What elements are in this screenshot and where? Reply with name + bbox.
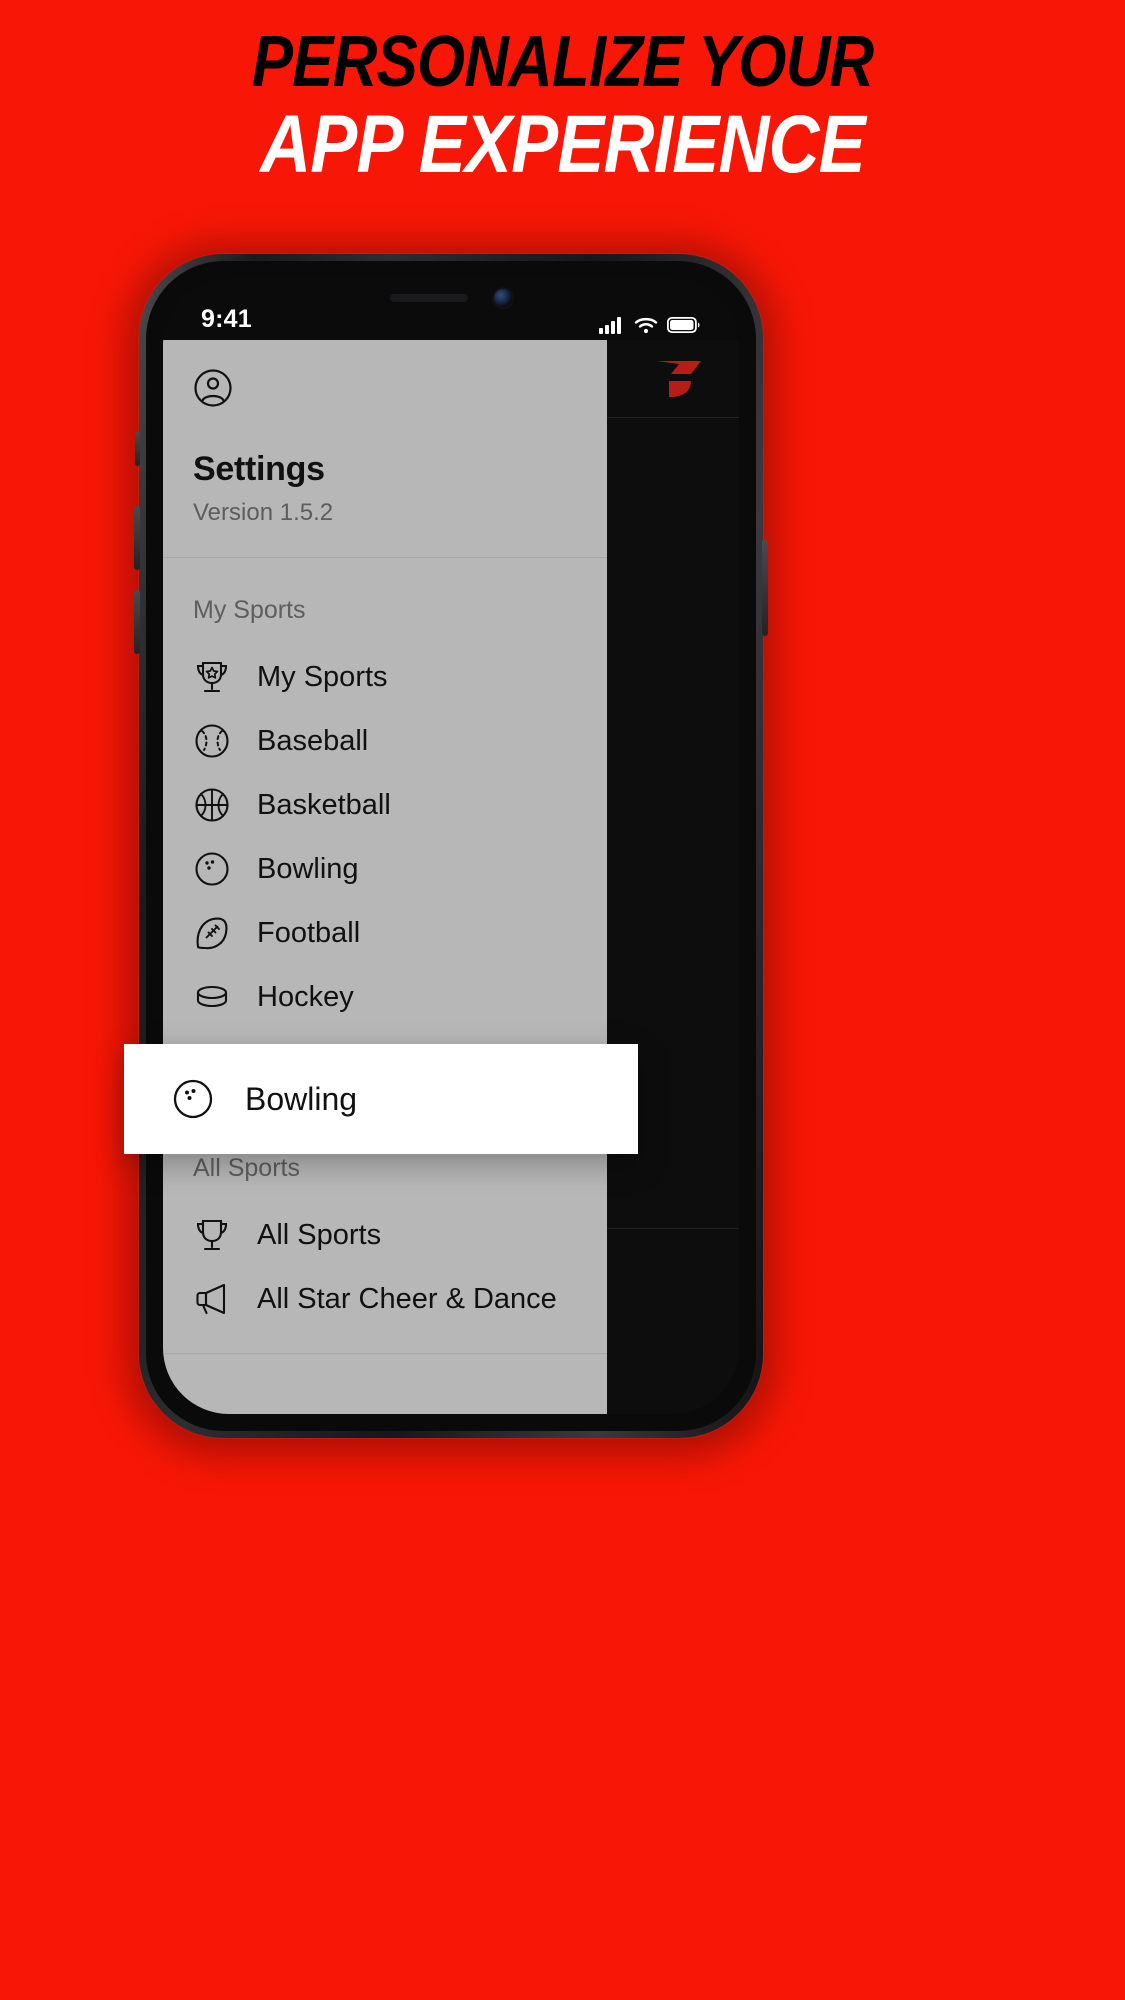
drawer-group-my-sports: My Sports My Sports Baseball Basketball …: [163, 558, 607, 1116]
selected-sport-label: Bowling: [245, 1080, 358, 1117]
basketball-icon: [193, 786, 231, 824]
phone-mockup: Live Live Lo Ar Wre Contin -1:12: [125, 244, 777, 1456]
promo-headline: PERSONALIZE YOUR APP EXPERIENCE: [0, 0, 1125, 188]
mute-switch[interactable]: [135, 432, 140, 466]
headline-line-2: APP EXPERIENCE: [260, 99, 865, 190]
status-indicators: [599, 316, 701, 334]
bowling-ball-icon: [193, 850, 231, 888]
sidebar-item-label: All Star Cheer & Dance: [257, 1282, 557, 1315]
hockey-puck-icon: [193, 978, 231, 1016]
sidebar-item-basketball[interactable]: Basketball: [163, 773, 607, 837]
signal-bars-icon: [599, 316, 625, 334]
sidebar-item-label: Hockey: [257, 980, 354, 1013]
page-title: Settings: [193, 450, 325, 488]
sidebar-item-label: Basketball: [257, 788, 391, 821]
sidebar-item-all-sports[interactable]: All Sports: [163, 1203, 607, 1267]
selected-sport-card-bowling[interactable]: Bowling: [124, 1044, 638, 1154]
phone-screen: Live Live Lo Ar Wre Contin -1:12: [163, 278, 739, 1414]
sidebar-item-label: Bowling: [257, 852, 359, 885]
football-icon: [193, 914, 231, 952]
flo-sports-logo-icon[interactable]: [651, 357, 707, 401]
wifi-icon: [634, 316, 658, 334]
drawer-header: Settings Version 1.5.2: [163, 340, 607, 558]
phone-frame: Live Live Lo Ar Wre Contin -1:12: [134, 254, 768, 1438]
sidebar-item-label: My Sports: [257, 660, 388, 693]
sidebar-item-my-sports[interactable]: My Sports: [163, 645, 607, 709]
front-camera-icon: [494, 289, 512, 307]
phone-bezel: Live Live Lo Ar Wre Contin -1:12: [146, 261, 756, 1431]
baseball-icon: [193, 722, 231, 760]
battery-icon: [667, 317, 701, 333]
account-circle-icon[interactable]: [193, 368, 233, 408]
group-label-my-sports: My Sports: [193, 596, 306, 624]
bowling-ball-icon: [171, 1077, 215, 1121]
sidebar-item-baseball[interactable]: Baseball: [163, 709, 607, 773]
sidebar-item-all-star-cheer-and-dance[interactable]: All Star Cheer & Dance: [163, 1267, 607, 1331]
sidebar-item-football[interactable]: Football: [163, 901, 607, 965]
sidebar-item-bowling[interactable]: Bowling: [163, 837, 607, 901]
sidebar-item-label: All Sports: [257, 1218, 382, 1251]
sidebar-item-label: Football: [257, 916, 361, 949]
app-version-label: Version 1.5.2: [193, 499, 334, 526]
settings-drawer: Settings Version 1.5.2 My Sports My Spor…: [163, 340, 607, 1414]
trophy-star-icon: [193, 658, 231, 696]
headline-line-1: PERSONALIZE YOUR: [251, 22, 874, 102]
sidebar-item-hockey[interactable]: Hockey: [163, 965, 607, 1029]
trophy-icon: [193, 1216, 231, 1254]
power-button[interactable]: [762, 540, 768, 636]
volume-down-button[interactable]: [134, 590, 140, 654]
device-notch: [328, 278, 574, 318]
megaphone-icon: [193, 1280, 231, 1318]
volume-up-button[interactable]: [134, 506, 140, 570]
sidebar-item-label: Baseball: [257, 724, 369, 757]
status-time: 9:41: [201, 305, 252, 333]
earpiece-speaker: [390, 294, 468, 302]
